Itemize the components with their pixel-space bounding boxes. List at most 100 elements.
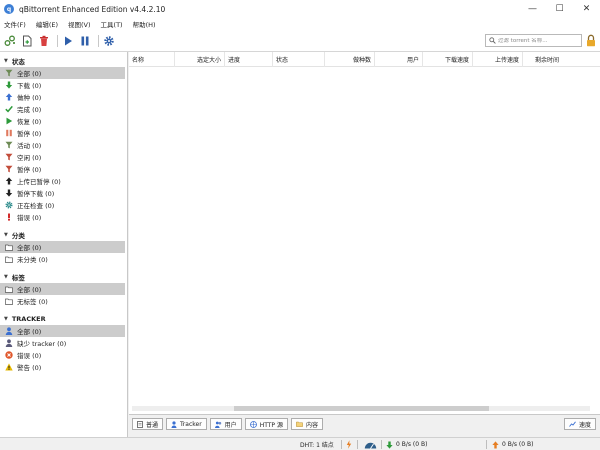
column-header-selected-size[interactable]: 选定大小 [175, 52, 225, 67]
menu-edit[interactable]: 编辑(E) [36, 19, 58, 29]
filter-icon [5, 165, 13, 173]
search-input[interactable] [497, 37, 581, 44]
filter-icon [5, 153, 13, 161]
lock-icon[interactable] [586, 34, 596, 47]
tracker-filter-label: 全部 (0) [17, 328, 42, 336]
table-header: 名称 选定大小 进度 状态 做种数 用户 下载速度 上传速度 剩余时间 [129, 52, 600, 67]
tracker-filter-item[interactable]: 缺少 tracker (0) [0, 337, 127, 349]
column-header-progress[interactable]: 进度 [225, 52, 273, 67]
speed-limit-icon[interactable] [364, 438, 377, 450]
status-filter-item[interactable]: 恢复 (0) [0, 115, 127, 127]
status-filter-label: 暂停 (0) [17, 166, 42, 174]
filter-icon [5, 69, 13, 77]
column-header-name[interactable]: 名称 [129, 52, 175, 67]
resume-button[interactable] [61, 34, 75, 48]
add-torrent-file-button[interactable] [20, 34, 34, 48]
menu-tools[interactable]: 工具(T) [101, 19, 123, 29]
status-filter-item[interactable]: 下载 (0) [0, 79, 127, 91]
column-header-upload-speed[interactable]: 上传速度 [473, 52, 523, 67]
status-filter-list: 全部 (0) 下载 (0) 做种 (0) 完成 (0) 恢复 (0) 暂停 (0) 活动 (… [0, 67, 127, 223]
chevron-down-icon: ▼ [4, 316, 8, 322]
tracker-filter-item[interactable]: 错误 (0) [0, 349, 127, 361]
menu-view[interactable]: 视图(V) [68, 19, 91, 29]
horizontal-scrollbar[interactable] [132, 406, 590, 411]
app-logo-icon: q [4, 4, 14, 14]
status-separator [341, 440, 342, 449]
speed-button-label: 速度 [578, 421, 591, 429]
users-icon [214, 421, 222, 428]
tab-content[interactable]: 内容 [290, 418, 323, 430]
status-filter-label: 空闲 (0) [17, 154, 42, 162]
tab-tracker[interactable]: Tracker [166, 418, 207, 430]
file-add-icon [23, 35, 32, 46]
category-filter-item[interactable]: 全部 (0) [0, 241, 125, 253]
status-filter-item[interactable]: 正在检查 (0) [0, 199, 127, 211]
column-header-seeds[interactable]: 做种数 [325, 52, 375, 67]
folder-icon [5, 285, 13, 293]
add-link-button[interactable] [3, 34, 17, 48]
status-filter-label: 全部 (0) [17, 70, 42, 78]
category-filter-item[interactable]: 未分类 (0) [0, 253, 127, 265]
status-filter-item[interactable]: 空闲 (0) [0, 151, 127, 163]
status-filter-label: 做种 (0) [17, 94, 42, 102]
status-filter-item[interactable]: 完成 (0) [0, 103, 127, 115]
folder-icon [5, 297, 13, 305]
tag-filter-item[interactable]: 全部 (0) [0, 283, 125, 295]
status-filter-item[interactable]: 做种 (0) [0, 91, 127, 103]
sidebar: ▼ 状态 全部 (0) 下载 (0) 做种 (0) 完成 (0) 恢复 (0) 暂停 (0… [0, 52, 128, 438]
maximize-button[interactable]: ☐ [546, 0, 573, 18]
tracker-filter-label: 缺少 tracker (0) [17, 340, 67, 348]
column-header-peers[interactable]: 用户 [375, 52, 423, 67]
pause-button[interactable] [78, 34, 92, 48]
tab-general[interactable]: 普通 [132, 418, 164, 430]
pause-icon [81, 36, 89, 45]
tab-peers[interactable]: 用户 [209, 418, 242, 430]
status-filter-item[interactable]: 暂停 (0) [0, 163, 127, 175]
tag-filter-item[interactable]: 无标签 (0) [0, 295, 127, 307]
dht-status: DHT: 1 结点 [300, 442, 334, 449]
scrollbar-thumb[interactable] [234, 406, 489, 411]
search-icon [489, 37, 496, 44]
speed-button[interactable]: 速度 [563, 418, 596, 430]
menu-file[interactable]: 文件(F) [4, 19, 26, 29]
speed-chart-icon [569, 421, 576, 427]
tab-http-sources[interactable]: HTTP 源 [244, 418, 288, 430]
tracker-section-header[interactable]: ▼ TRACKER [0, 313, 127, 325]
status-separator [381, 440, 382, 449]
status-separator [357, 440, 358, 449]
toolbar-separator [98, 34, 99, 47]
down-arrow-icon [386, 441, 393, 449]
close-button[interactable]: ✕ [573, 0, 600, 18]
status-filter-item[interactable]: 错误 (0) [0, 211, 127, 223]
delete-button[interactable] [37, 34, 51, 48]
tag-filter-label: 无标签 (0) [17, 298, 48, 306]
title-bar: q qBittorrent Enhanced Edition v4.4.2.10… [0, 0, 600, 18]
tracker-filter-list: 全部 (0) 缺少 tracker (0) 错误 (0) 警告 (0) [0, 325, 127, 373]
tracker-filter-item[interactable]: 警告 (0) [0, 361, 127, 373]
toolbar-separator [57, 34, 58, 47]
connection-status-icon[interactable] [346, 438, 352, 450]
pause-icon [5, 129, 13, 137]
torrent-list[interactable]: 名称 选定大小 进度 状态 做种数 用户 下载速度 上传速度 剩余时间 [129, 52, 600, 415]
tags-section-header[interactable]: ▼ 标签 [0, 271, 127, 283]
column-header-eta[interactable]: 剩余时间 [523, 52, 600, 67]
minimize-button[interactable]: — [519, 0, 546, 18]
window-controls: — ☐ ✕ [519, 0, 600, 18]
status-filter-item[interactable]: 活动 (0) [0, 139, 127, 151]
column-header-download-speed[interactable]: 下载速度 [423, 52, 473, 67]
search-box[interactable] [485, 34, 582, 47]
status-filter-item[interactable]: 全部 (0) [0, 67, 125, 79]
document-icon [137, 420, 143, 428]
status-filter-item[interactable]: 暂停 (0) [0, 127, 127, 139]
tab-peers-label: 用户 [224, 421, 237, 429]
category-section-header[interactable]: ▼ 分类 [0, 229, 127, 241]
status-filter-label: 完成 (0) [17, 106, 42, 114]
options-button[interactable] [102, 34, 116, 48]
status-filter-item[interactable]: 上传已暂停 (0) [0, 175, 127, 187]
status-section-header[interactable]: ▼ 状态 [0, 55, 127, 67]
tracker-filter-item[interactable]: 全部 (0) [0, 325, 125, 337]
status-filter-item[interactable]: 暂停下载 (0) [0, 187, 127, 199]
menu-help[interactable]: 帮助(H) [133, 19, 156, 29]
globe-icon [249, 420, 257, 428]
column-header-status[interactable]: 状态 [273, 52, 325, 67]
